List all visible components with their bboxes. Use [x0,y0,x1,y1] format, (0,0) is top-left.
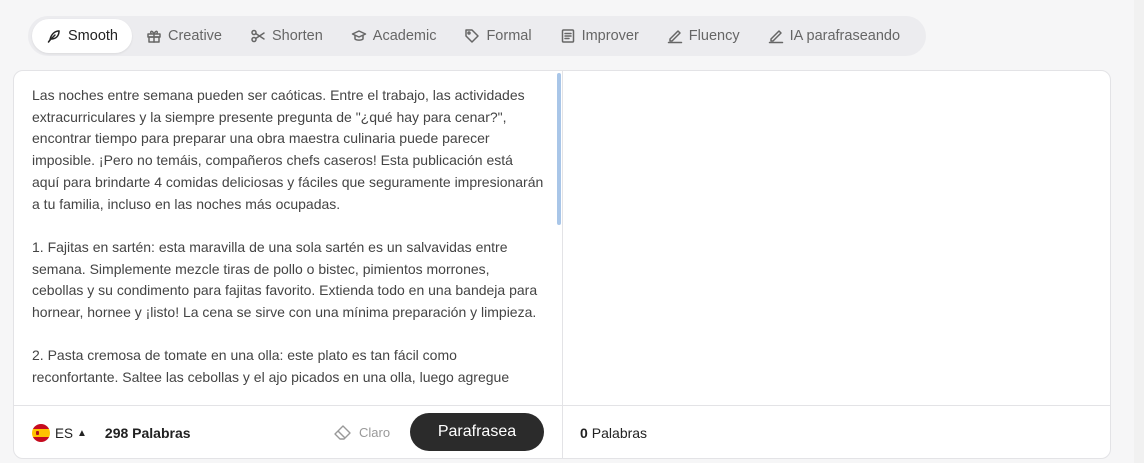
output-footer: 0 Palabras [580,406,648,458]
caret-up-icon: ▲ [77,427,87,439]
mode-label: Academic [372,28,437,44]
input-scrollbar-thumb[interactable] [557,73,561,225]
document-icon [561,29,574,43]
language-selector[interactable]: ES ▲ [32,424,87,442]
clear-label: Claro [359,424,391,440]
pen-line-icon [667,30,683,44]
mode-label: Shorten [271,28,323,44]
feather-icon [47,30,60,43]
output-word-count-label: Palabras [591,425,648,441]
mode-label: Smooth [68,28,118,44]
paraphrase-editor: Las noches entre semana pueden ser caóti… [13,70,1111,459]
mode-selector: Smooth Creative Shorten Academic Formal … [28,16,926,56]
scissors-icon [251,29,265,43]
mode-label: Formal [486,28,532,44]
mode-ia-parafraseando[interactable]: IA parafraseando [754,19,914,53]
mode-improver[interactable]: Improver [546,19,653,53]
input-pane[interactable]: Las noches entre semana pueden ser caóti… [14,71,562,405]
mode-smooth[interactable]: Smooth [32,19,132,53]
input-word-count: 298 Palabras [105,425,191,441]
mode-fluency[interactable]: Fluency [653,19,754,53]
language-code: ES [55,425,74,441]
page-scrollbar[interactable] [1134,0,1144,463]
input-word-count-label: Palabras [132,425,191,441]
eraser-icon [334,425,351,440]
graduation-cap-icon [351,30,367,41]
gift-icon [147,30,161,43]
mode-academic[interactable]: Academic [337,19,451,53]
mode-shorten[interactable]: Shorten [236,19,337,53]
mode-label: IA parafraseando [789,28,901,44]
paraphrase-button[interactable]: Parafrasea [410,413,544,451]
spain-flag-icon [32,424,50,442]
mode-label: Improver [581,28,639,44]
input-word-count-value: 298 [104,425,129,441]
clear-button[interactable]: Claro [332,421,390,443]
input-text-area[interactable]: Las noches entre semana pueden ser caóti… [14,71,562,389]
mode-creative[interactable]: Creative [132,19,236,53]
output-word-count-value: 0 [580,425,588,441]
tag-icon [465,29,480,43]
input-footer: ES ▲ 298 Palabras Claro Parafrasea [14,406,562,458]
mode-label: Fluency [688,28,740,44]
mode-label: Creative [167,28,222,44]
pen-line-icon [768,30,783,44]
pane-divider [562,71,563,458]
mode-formal[interactable]: Formal [450,19,545,53]
